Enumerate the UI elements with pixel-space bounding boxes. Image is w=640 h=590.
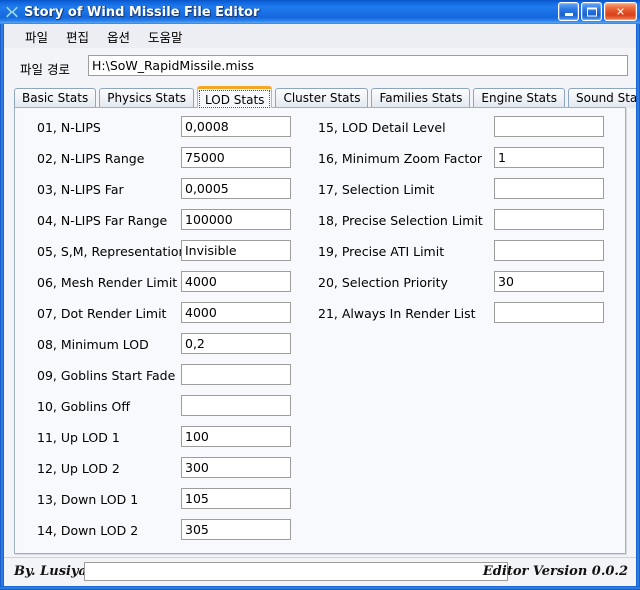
field-input-13-down-lod-1[interactable]: 105 xyxy=(181,488,291,509)
field-input-15-lod-detail-level[interactable] xyxy=(494,116,604,137)
menu-item-edit[interactable]: 편집 xyxy=(57,25,98,48)
field-input-08-minimum-lod[interactable]: 0,2 xyxy=(181,333,291,354)
field-row: 21, Always In Render List xyxy=(318,302,476,324)
field-label-04-n-lips-far-range: 04, N-LIPS Far Range xyxy=(37,212,168,228)
menu-item-help[interactable]: 도움말 xyxy=(139,25,192,48)
field-label-11-up-lod-1: 11, Up LOD 1 xyxy=(37,429,120,445)
field-label-02-n-lips-range: 02, N-LIPS Range xyxy=(37,150,145,166)
field-label-07-dot-render-limit: 07, Dot Render Limit xyxy=(37,305,167,321)
tab-families-stats[interactable]: Families Stats xyxy=(371,88,471,108)
field-row: 12, Up LOD 2 xyxy=(37,457,120,479)
file-path-label: 파일 경로 xyxy=(20,62,70,77)
field-row: 01, N-LIPS xyxy=(37,116,101,138)
application-window: Story of Wind Missile File Editor ✕ 파일 편… xyxy=(0,0,640,590)
field-input-19-precise-ati-limit[interactable] xyxy=(494,240,604,261)
field-label-10-goblins-off: 10, Goblins Off xyxy=(37,398,130,414)
field-row: 10, Goblins Off xyxy=(37,395,130,417)
window-title: Story of Wind Missile File Editor xyxy=(24,4,260,20)
field-input-16-minimum-zoom-factor[interactable]: 1 xyxy=(494,147,604,168)
tab-basic-stats[interactable]: Basic Stats xyxy=(14,88,97,108)
field-row: 20, Selection Priority xyxy=(318,271,448,293)
field-input-09-goblins-start-fade[interactable] xyxy=(181,364,291,385)
file-path-input[interactable]: H:\SoW_RapidMissile.miss xyxy=(88,55,628,76)
field-input-14-down-lod-2[interactable]: 305 xyxy=(181,519,291,540)
tab-lod-stats[interactable]: LOD Stats xyxy=(197,86,273,108)
field-input-01-n-lips[interactable]: 0,0008 xyxy=(181,116,291,137)
app-star-icon xyxy=(4,4,20,20)
menu-item-options[interactable]: 옵션 xyxy=(98,25,139,48)
window-frame-bottom xyxy=(0,586,640,590)
field-row: 18, Precise Selection Limit xyxy=(318,209,483,231)
tab-sound-stats[interactable]: Sound Stats xyxy=(568,88,636,108)
field-input-02-n-lips-range[interactable]: 75000 xyxy=(181,147,291,168)
field-input-20-selection-priority[interactable]: 30 xyxy=(494,271,604,292)
field-row: 07, Dot Render Limit xyxy=(37,302,166,324)
field-label-20-selection-priority: 20, Selection Priority xyxy=(318,274,448,290)
close-icon: ✕ xyxy=(615,5,626,18)
field-row: 03, N-LIPS Far xyxy=(37,178,124,200)
status-message-field[interactable] xyxy=(84,562,508,581)
minimize-icon xyxy=(564,13,573,16)
field-label-05-sm-representation: 05, S,M, Representation xyxy=(37,243,187,259)
file-path-row: 파일 경로 H:\SoW_RapidMissile.miss xyxy=(4,52,636,82)
field-label-15-lod-detail-level: 15, LOD Detail Level xyxy=(318,119,446,135)
window-frame-right xyxy=(636,24,640,590)
field-row: 05, S,M, Representation xyxy=(37,240,186,262)
field-input-07-dot-render-limit[interactable]: 4000 xyxy=(181,302,291,323)
field-row: 02, N-LIPS Range xyxy=(37,147,144,169)
window-controls: ✕ xyxy=(558,2,637,21)
field-row: 14, Down LOD 2 xyxy=(37,519,138,541)
field-label-13-down-lod-1: 13, Down LOD 1 xyxy=(37,491,139,507)
field-label-03-n-lips-far: 03, N-LIPS Far xyxy=(37,181,124,197)
minimize-button[interactable] xyxy=(558,2,579,21)
field-row: 19, Precise ATI Limit xyxy=(318,240,444,262)
field-label-17-selection-limit: 17, Selection Limit xyxy=(318,181,435,197)
field-input-12-up-lod-2[interactable]: 300 xyxy=(181,457,291,478)
tab-cluster-stats[interactable]: Cluster Stats xyxy=(275,88,369,108)
lod-stats-panel: 01, N-LIPS 0,0008 02, N-LIPS Range 75000… xyxy=(14,107,626,554)
tab-strip: Basic Stats Physics Stats LOD Stats Clus… xyxy=(14,86,636,108)
menu-item-file[interactable]: 파일 xyxy=(16,25,57,48)
field-label-01-n-lips: 01, N-LIPS xyxy=(37,119,101,135)
field-input-05-sm-representation[interactable]: Invisible xyxy=(181,240,291,261)
tab-engine-stats[interactable]: Engine Stats xyxy=(473,88,565,108)
field-row: 13, Down LOD 1 xyxy=(37,488,138,510)
field-input-11-up-lod-1[interactable]: 100 xyxy=(181,426,291,447)
field-label-09-goblins-start-fade: 09, Goblins Start Fade xyxy=(37,367,176,383)
field-input-06-mesh-render-limit[interactable]: 4000 xyxy=(181,271,291,292)
field-input-04-n-lips-far-range[interactable]: 100000 xyxy=(181,209,291,230)
title-bar[interactable]: Story of Wind Missile File Editor ✕ xyxy=(0,0,640,24)
tab-lod-stats-label: LOD Stats xyxy=(205,93,265,107)
field-label-06-mesh-render-limit: 06, Mesh Render Limit xyxy=(37,274,178,290)
field-label-18-precise-selection-limit: 18, Precise Selection Limit xyxy=(318,212,483,228)
field-row: 08, Minimum LOD xyxy=(37,333,149,355)
field-label-08-minimum-lod: 08, Minimum LOD xyxy=(37,336,149,352)
field-input-03-n-lips-far[interactable]: 0,0005 xyxy=(181,178,291,199)
field-label-12-up-lod-2: 12, Up LOD 2 xyxy=(37,460,120,476)
field-row: 11, Up LOD 1 xyxy=(37,426,120,448)
field-row: 04, N-LIPS Far Range xyxy=(37,209,167,231)
field-label-19-precise-ati-limit: 19, Precise ATI Limit xyxy=(318,243,445,259)
field-input-17-selection-limit[interactable] xyxy=(494,178,604,199)
field-label-14-down-lod-2: 14, Down LOD 2 xyxy=(37,522,139,538)
field-label-21-always-in-render-list: 21, Always In Render List xyxy=(318,305,476,321)
client-area: 파일 편집 옵션 도움말 파일 경로 H:\SoW_RapidMissile.m… xyxy=(4,24,636,586)
field-row: 16, Minimum Zoom Factor xyxy=(318,147,482,169)
status-version-label: Editor Version 0.0.2 xyxy=(482,564,628,579)
field-input-18-precise-selection-limit[interactable] xyxy=(494,209,604,230)
tab-physics-stats[interactable]: Physics Stats xyxy=(99,88,195,108)
field-label-16-minimum-zoom-factor: 16, Minimum Zoom Factor xyxy=(318,150,483,166)
maximize-icon xyxy=(586,7,597,16)
close-button[interactable]: ✕ xyxy=(604,2,637,21)
field-row: 06, Mesh Render Limit xyxy=(37,271,177,293)
menu-bar: 파일 편집 옵션 도움말 xyxy=(4,24,636,48)
field-row: 15, LOD Detail Level xyxy=(318,116,446,138)
field-row: 09, Goblins Start Fade xyxy=(37,364,175,386)
status-bar: By. Lusiyan Editor Version 0.0.2 xyxy=(4,557,636,586)
field-input-10-goblins-off[interactable] xyxy=(181,395,291,416)
field-row: 17, Selection Limit xyxy=(318,178,434,200)
field-input-21-always-in-render-list[interactable] xyxy=(494,302,604,323)
maximize-button[interactable] xyxy=(581,2,602,21)
